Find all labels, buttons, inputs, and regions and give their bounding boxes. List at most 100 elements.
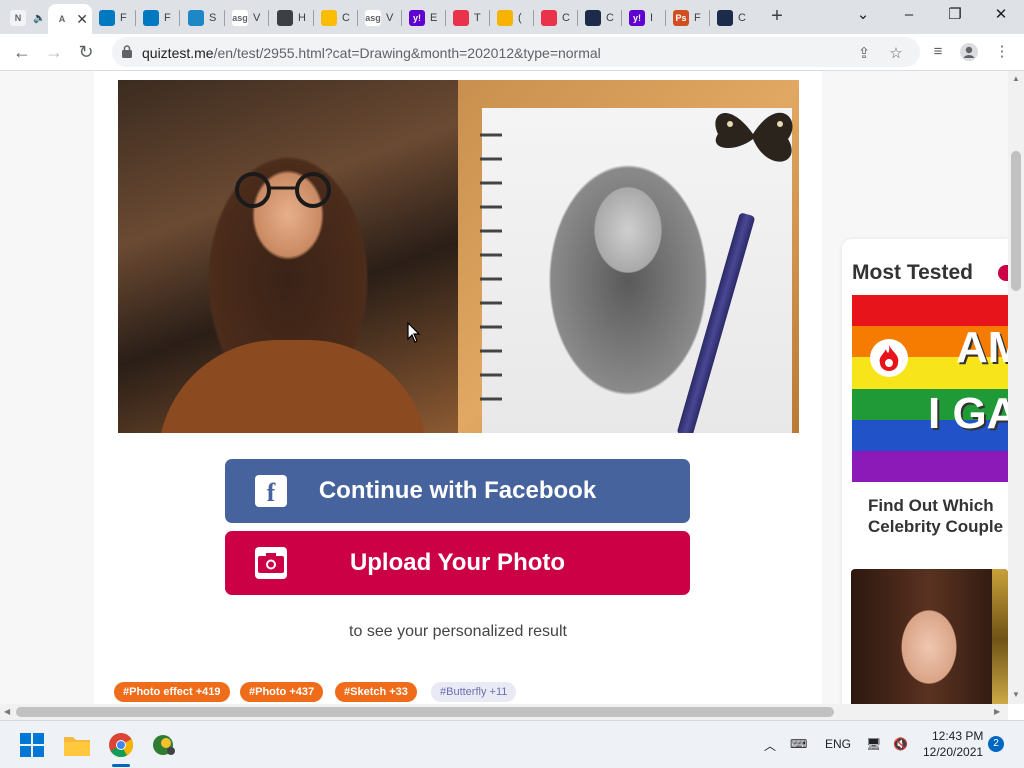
tab-title: C (738, 12, 746, 24)
tab-separator (224, 10, 225, 26)
facebook-button-label: Continue with Facebook (318, 477, 597, 504)
tab-favicon-icon: N (10, 10, 26, 26)
tab-separator (357, 10, 358, 26)
media-control-icon[interactable]: ≡ (928, 43, 948, 63)
tab-title: I (650, 12, 654, 24)
tab-separator (313, 10, 314, 26)
browser-tab[interactable]: y! I (623, 4, 665, 32)
tab-favicon-icon (321, 10, 337, 26)
reload-icon[interactable]: ↻ (74, 41, 98, 65)
address-bar[interactable]: quiztest.me/en/test/2955.html?cat=Drawin… (112, 37, 920, 67)
thumbnail-text-line2: I GA (928, 389, 1008, 438)
scroll-right-icon[interactable]: ▶ (994, 707, 1000, 716)
tab-title: ( (518, 12, 522, 24)
tab-separator (665, 10, 666, 26)
restore-icon[interactable]: ❐ (941, 4, 969, 28)
lock-icon (122, 45, 132, 58)
tag-sketch[interactable]: #Sketch +33 (335, 682, 417, 702)
back-icon[interactable]: ← (10, 41, 34, 65)
show-hidden-icons[interactable]: ︿ (764, 737, 776, 754)
browser-tab[interactable]: ( (491, 4, 533, 32)
browser-tab[interactable]: asg V (359, 4, 401, 32)
tag-butterfly[interactable]: #Butterfly +11 (431, 682, 517, 702)
quiz-thumbnail-2[interactable] (851, 569, 1008, 704)
tab-audio-icon[interactable]: 🔈 (33, 13, 45, 24)
browser-tab[interactable]: C (315, 4, 357, 32)
browser-tab[interactable]: y! E (403, 4, 445, 32)
tab-favicon-icon: y! (409, 10, 425, 26)
tab-favicon-icon (277, 10, 293, 26)
tag-photo[interactable]: #Photo +437 (240, 682, 324, 702)
tab-close-icon[interactable]: ✕ (76, 11, 88, 28)
close-window-icon[interactable]: ✕ (987, 4, 1015, 28)
browser-tab[interactable]: C (535, 4, 577, 32)
browser-tab[interactable]: T (447, 4, 489, 32)
tab-favicon-icon: asg (232, 10, 248, 26)
horizontal-scrollbar[interactable]: ◀ ▶ (0, 704, 1008, 720)
vertical-scrollbar[interactable]: ▲ ▼ (1008, 71, 1024, 704)
tab-title: F (164, 12, 171, 24)
network-icon[interactable]: 🖥 (866, 737, 881, 751)
new-tab-button[interactable]: + (766, 6, 788, 28)
tab-favicon-icon (497, 10, 513, 26)
quiz-card-title[interactable]: Find Out Which Celebrity Couple (868, 495, 1003, 537)
vertical-scroll-thumb[interactable] (1011, 151, 1021, 291)
browser-tab[interactable]: S (182, 4, 224, 32)
tab-favicon-icon: asg (365, 10, 381, 26)
butterfly-icon (715, 112, 793, 162)
scroll-down-icon[interactable]: ▼ (1012, 690, 1020, 699)
volume-muted-icon[interactable]: 🔇 (893, 737, 908, 751)
windows-start-icon[interactable] (16, 729, 48, 761)
tab-separator (533, 10, 534, 26)
browser-tab[interactable]: C (579, 4, 621, 32)
clock-date[interactable]: 12/20/2021 (923, 745, 983, 759)
tab-favicon-icon (541, 10, 557, 26)
quiz-thumbnail[interactable]: AM I GA (852, 295, 1008, 482)
windows-taskbar: ︿ ⌨ ENG 🖥 🔇 12:43 PM 12/20/2021 2 (0, 720, 1024, 768)
keyboard-icon[interactable]: ⌨ (790, 737, 807, 751)
tab-favicon-icon (188, 10, 204, 26)
facebook-icon: f (255, 475, 287, 507)
tab-title: F (694, 12, 701, 24)
horizontal-scroll-thumb[interactable] (16, 707, 834, 717)
browser-tab[interactable]: H (271, 4, 313, 32)
share-icon[interactable]: ⇪ (854, 45, 874, 65)
bookmark-star-icon[interactable]: ☆ (886, 45, 906, 65)
tab-title: C (562, 12, 570, 24)
browser-tab[interactable]: N 🔈 (4, 4, 46, 32)
tab-title: E (430, 12, 438, 24)
forward-icon[interactable]: → (42, 41, 66, 65)
browser-tab[interactable]: asg V (226, 4, 268, 32)
tab-title: H (298, 12, 306, 24)
file-explorer-icon[interactable] (61, 729, 93, 761)
browser-tab[interactable]: A ✕ (48, 4, 92, 34)
scroll-left-icon[interactable]: ◀ (4, 707, 10, 716)
notification-badge[interactable]: 2 (988, 736, 1004, 752)
tab-separator (445, 10, 446, 26)
browser-menu-icon[interactable]: ⋮ (992, 43, 1012, 63)
browser-tab[interactable]: Ps F (667, 4, 709, 32)
url-text: quiztest.me/en/test/2955.html?cat=Drawin… (142, 45, 601, 61)
browser-tab[interactable]: C (711, 4, 753, 32)
upload-button-label: Upload Your Photo (349, 549, 566, 576)
scroll-up-icon[interactable]: ▲ (1012, 74, 1020, 83)
tab-favicon-icon (453, 10, 469, 26)
minimize-icon[interactable]: – (895, 4, 923, 28)
tag-photo-effect[interactable]: #Photo effect +419 (114, 682, 230, 702)
tab-search-icon[interactable]: ⌄ (849, 4, 877, 28)
tab-favicon-icon: Ps (673, 10, 689, 26)
app-globe-icon[interactable] (148, 729, 180, 761)
continue-with-facebook-button[interactable]: f Continue with Facebook (225, 459, 690, 523)
tab-separator (268, 10, 269, 26)
tab-title: C (606, 12, 614, 24)
language-indicator[interactable]: ENG (825, 737, 851, 751)
chrome-icon[interactable] (105, 729, 137, 761)
camera-icon (255, 547, 287, 579)
profile-avatar-icon[interactable] (959, 43, 979, 63)
tab-separator (489, 10, 490, 26)
clock-time[interactable]: 12:43 PM (932, 729, 983, 743)
upload-photo-button[interactable]: Upload Your Photo (225, 531, 690, 595)
browser-tab[interactable]: F (93, 4, 135, 32)
thumbnail-text-line1: AM (956, 323, 1008, 372)
browser-tab[interactable]: F (137, 4, 179, 32)
